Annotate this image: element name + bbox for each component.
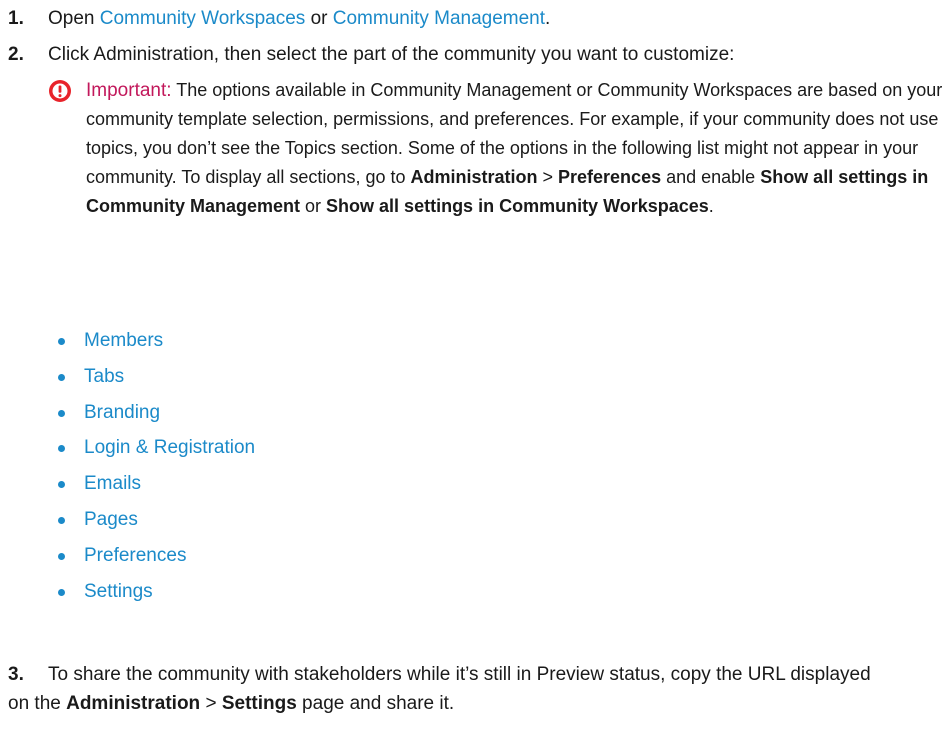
note-text-or: or — [300, 196, 327, 216]
step-1: 1. Open Community Workspaces or Communit… — [8, 4, 944, 33]
step-2: 2. Click Administration, then select the… — [8, 40, 944, 69]
step-number: 3. — [8, 664, 24, 685]
list-item: Emails — [54, 469, 255, 505]
exclamation-circle-icon — [49, 80, 71, 102]
step-text: Open Community Workspaces or Community M… — [48, 4, 944, 33]
step-number: 1. — [8, 8, 24, 29]
emails-link[interactable]: Emails — [84, 473, 141, 494]
step-text: Click Administration, then select the pa… — [48, 44, 735, 65]
note-text-mid: and enable — [661, 167, 761, 187]
step-3: 3. To share the community with stakehold… — [8, 660, 944, 718]
bullet-dot — [58, 552, 65, 560]
step-text-suffix: . — [545, 8, 551, 29]
step-3-line-2: on the Administration > Settings page an… — [8, 689, 944, 718]
branding-link[interactable]: Branding — [84, 402, 160, 423]
settings-link[interactable]: Settings — [84, 581, 153, 602]
bullet-dot — [58, 338, 65, 345]
important-label: Important: — [86, 80, 172, 101]
note-body: Important: The options available in Comm… — [86, 76, 948, 221]
list-item: Pages — [54, 505, 255, 541]
login-registration-link[interactable]: Login & Registration — [84, 437, 255, 458]
bullet-dot — [58, 481, 65, 489]
important-note: Important: The options available in Comm… — [48, 76, 948, 221]
step-3-suffix: page and share it. — [296, 693, 455, 714]
bullet-dot — [58, 409, 65, 417]
step-text: To share the community with stakeholders… — [8, 660, 944, 718]
bullet-dot — [58, 373, 65, 381]
pages-link[interactable]: Pages — [84, 509, 138, 530]
tabs-link[interactable]: Tabs — [84, 366, 124, 387]
separator: > — [200, 693, 222, 714]
note-bold-preferences: Preferences — [558, 167, 662, 187]
list-item: Settings — [54, 577, 255, 613]
note-bold-show-all-workspaces: Show all settings in Community Workspace… — [326, 196, 709, 216]
step-text-middle: or — [305, 8, 333, 29]
admin-sections-list: Members Tabs Branding Login & Registrati… — [54, 326, 255, 612]
step-number: 2. — [8, 44, 24, 65]
list-item: Branding — [54, 398, 255, 434]
note-bold-administration: Administration — [410, 167, 538, 187]
list-item: Tabs — [54, 362, 255, 398]
community-management-link[interactable]: Community Management — [333, 8, 545, 29]
note-separator: > — [537, 167, 559, 187]
list-item: Login & Registration — [54, 433, 255, 469]
step-text-prefix: Open — [48, 8, 100, 29]
list-item: Members — [54, 326, 255, 362]
bullet-dot — [58, 516, 65, 524]
preferences-link[interactable]: Preferences — [84, 545, 186, 566]
bullet-dot — [58, 588, 65, 596]
bold-administration: Administration — [66, 693, 201, 714]
community-workspaces-link[interactable]: Community Workspaces — [100, 8, 306, 29]
bold-settings: Settings — [221, 693, 297, 714]
step-3-prefix: on the — [8, 693, 67, 714]
list-item: Preferences — [54, 541, 255, 577]
bullet-dot — [58, 445, 65, 453]
step-3-line-1: To share the community with stakeholders… — [48, 664, 871, 685]
members-link[interactable]: Members — [84, 330, 163, 351]
note-text-end: . — [708, 196, 714, 216]
